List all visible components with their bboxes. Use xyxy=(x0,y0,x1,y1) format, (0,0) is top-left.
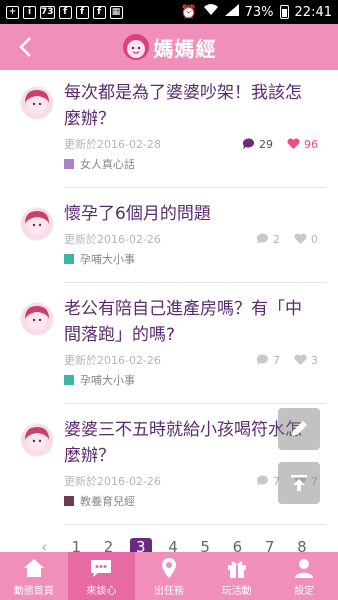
post-title[interactable]: 每次都是為了婆婆吵架！我該怎麼辦？ xyxy=(64,80,318,132)
nav-task-label: 出任務 xyxy=(153,585,184,597)
post-category[interactable]: 孕哺大小事 xyxy=(64,372,318,388)
bottom-nav: 動態首頁 來談心 出任務 玩活動 設定 xyxy=(0,552,338,600)
scroll-to-top-button[interactable] xyxy=(278,462,320,504)
avatar-icon xyxy=(20,86,54,120)
like-count: 0 xyxy=(294,233,318,246)
category-color-square xyxy=(64,496,74,506)
category-label: 孕哺大小事 xyxy=(80,374,135,387)
avatar-icon xyxy=(20,207,54,241)
gift-icon xyxy=(227,561,246,578)
chevron-left-icon xyxy=(19,37,31,57)
post-date: 更新於2016-02-26 xyxy=(64,354,161,367)
comment-count: 7 xyxy=(256,475,280,488)
nav-chat[interactable]: 來談心 xyxy=(67,552,136,600)
post-item[interactable]: 懷孕了6個月的問題 更新於2016-02-26 2 0 孕哺大小事 xyxy=(0,201,338,267)
compose-button[interactable] xyxy=(278,408,320,450)
category-label: 女人真心話 xyxy=(80,158,135,171)
comment-count: 7 xyxy=(256,354,280,367)
comment-icon xyxy=(256,233,268,244)
back-button[interactable] xyxy=(10,32,40,62)
post-title[interactable]: 老公有陪自己進產房嗎？有「中間落跑」的嗎? xyxy=(64,296,318,348)
avatar-icon xyxy=(20,423,54,457)
category-label: 教養育兒經 xyxy=(80,495,135,508)
post-date: 更新於2016-02-26 xyxy=(64,475,161,488)
like-count-value: 0 xyxy=(311,232,318,246)
comment-count-value: 29 xyxy=(259,137,273,151)
calendar-notification-icon: ▦ xyxy=(109,5,123,19)
post-category[interactable]: 孕哺大小事 xyxy=(64,251,318,267)
nav-home-label: 動態首頁 xyxy=(13,585,54,597)
category-color-square xyxy=(64,375,74,385)
comment-icon xyxy=(256,475,268,486)
divider xyxy=(64,524,326,525)
like-count-value: 96 xyxy=(304,137,318,151)
nav-chat-label: 來談心 xyxy=(86,585,117,597)
facebook-notification-icon-2: f xyxy=(75,5,89,19)
app-logo: 媽媽經 xyxy=(122,33,217,62)
user-icon xyxy=(295,558,314,578)
chat-icon xyxy=(91,559,112,577)
status-bar: + i 73 f f f ▦ ⏰ 73% 22:41 xyxy=(0,0,338,24)
home-icon xyxy=(23,558,44,577)
heart-icon xyxy=(287,138,300,149)
notification-icons: + i 73 f f f ▦ xyxy=(6,5,123,19)
comment-icon xyxy=(256,354,268,365)
divider xyxy=(64,403,326,404)
clock: 22:41 xyxy=(294,4,332,20)
pencil-icon xyxy=(292,421,307,436)
nav-task[interactable]: 出任務 xyxy=(135,552,203,600)
comment-count: 29 xyxy=(242,138,273,151)
mom-face-logo-icon xyxy=(122,34,149,60)
like-count-value: 3 xyxy=(311,353,318,367)
tag-notification-icon: 73 xyxy=(40,5,55,19)
post-category[interactable]: 女人真心話 xyxy=(64,156,318,172)
nav-home[interactable]: 動態首頁 xyxy=(0,552,68,600)
facebook-notification-icon: f xyxy=(58,5,72,19)
divider xyxy=(64,282,326,283)
post-date: 更新於2016-02-28 xyxy=(64,138,161,151)
post-item[interactable]: 老公有陪自己進產房嗎？有「中間落跑」的嗎? 更新於2016-02-26 7 3 … xyxy=(0,296,338,388)
nav-settings-label: 設定 xyxy=(294,585,315,597)
plus-notification-icon: + xyxy=(6,5,19,19)
category-label: 孕哺大小事 xyxy=(80,253,135,266)
signal-icon xyxy=(224,4,239,20)
post-date: 更新於2016-02-26 xyxy=(64,233,161,246)
divider xyxy=(64,187,326,188)
nav-event-label: 玩活動 xyxy=(221,585,252,597)
category-color-square xyxy=(64,254,74,264)
battery-icon xyxy=(279,5,289,19)
like-count: 96 xyxy=(287,138,318,151)
nav-settings[interactable]: 設定 xyxy=(270,552,338,600)
like-count: 3 xyxy=(294,354,318,367)
ig-notification-icon: i xyxy=(23,5,36,19)
task-icon xyxy=(161,557,176,578)
battery-percent: 73% xyxy=(244,4,274,20)
heart-icon xyxy=(294,354,307,365)
arrow-up-icon xyxy=(291,475,307,491)
comment-count-value: 2 xyxy=(273,232,280,246)
logo-text: 媽媽經 xyxy=(153,36,217,61)
wifi-icon xyxy=(203,4,219,20)
post-item[interactable]: 每次都是為了婆婆吵架！我該怎麼辦？ 更新於2016-02-28 29 96 女人… xyxy=(0,80,338,172)
category-color-square xyxy=(64,159,74,169)
post-title[interactable]: 懷孕了6個月的問題 xyxy=(64,201,318,227)
avatar-icon xyxy=(20,302,54,336)
facebook-notification-icon-3: f xyxy=(92,5,106,19)
comment-count-value: 7 xyxy=(273,353,280,367)
comment-icon xyxy=(242,138,254,149)
heart-icon xyxy=(294,233,307,244)
alarm-icon: ⏰ xyxy=(180,4,197,20)
nav-event[interactable]: 玩活動 xyxy=(203,552,271,600)
app-header: 媽媽經 xyxy=(0,24,338,70)
comment-count: 2 xyxy=(256,233,280,246)
